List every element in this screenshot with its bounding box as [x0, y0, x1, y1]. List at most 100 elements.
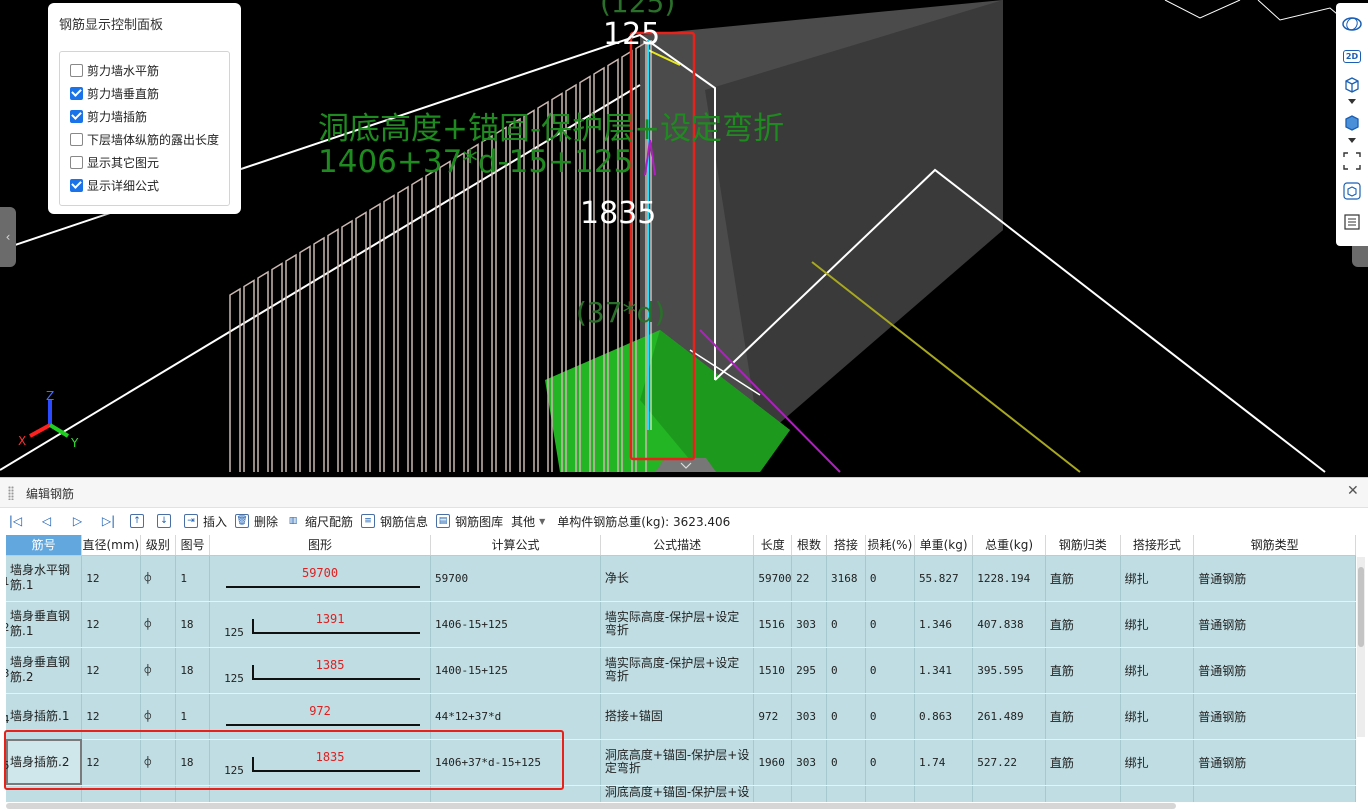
- cell-total_w[interactable]: 261.489: [972, 693, 1046, 740]
- cell-shape[interactable]: 972: [209, 693, 432, 740]
- table-cell[interactable]: [175, 785, 211, 802]
- cell-loss[interactable]: 0: [865, 739, 915, 786]
- cell-fig[interactable]: 18: [175, 601, 211, 648]
- checkbox-show-detail-formula[interactable]: [70, 178, 83, 192]
- cell-type[interactable]: 普通钢筋: [1193, 601, 1356, 648]
- table-cell[interactable]: [914, 785, 974, 802]
- cell-bar-name[interactable]: 5墙身插筋.2: [6, 739, 83, 786]
- cell-unit_w[interactable]: 1.346: [914, 601, 974, 648]
- cell-lap_type[interactable]: 绑扎: [1120, 555, 1195, 602]
- option-lower-wall-exposed-length[interactable]: 下层墙体纵筋的露出长度: [70, 131, 219, 147]
- col-bar-no[interactable]: 筋号: [6, 535, 83, 556]
- col-length[interactable]: 长度: [753, 535, 793, 556]
- cell-loss[interactable]: 0: [865, 693, 915, 740]
- table-cell[interactable]: [1045, 785, 1121, 802]
- col-diameter[interactable]: 直径(mm): [81, 535, 141, 556]
- cell-loss[interactable]: 0: [865, 555, 915, 602]
- cell-formula[interactable]: 1406-15+125: [430, 601, 601, 648]
- table-row[interactable]: 3墙身垂直钢筋.212⌽18 125 1385 1400-15+125墙实际高度-保护…: [6, 647, 1356, 694]
- cell-grade[interactable]: ⌽: [140, 601, 177, 648]
- horizontal-scrollbar[interactable]: [6, 803, 1176, 809]
- cell-len[interactable]: 1516: [753, 601, 793, 648]
- cell-lap_type[interactable]: 绑扎: [1120, 693, 1195, 740]
- move-up-button[interactable]: ↑: [130, 514, 149, 528]
- table-cell[interactable]: [865, 785, 915, 802]
- cell-shape[interactable]: 125 1835: [209, 739, 432, 786]
- cell-total_w[interactable]: 395.595: [972, 647, 1046, 694]
- cell-grade[interactable]: ⌽: [140, 647, 177, 694]
- col-grade[interactable]: 级别: [140, 535, 177, 556]
- table-cell[interactable]: [972, 785, 1046, 802]
- cell-formula-desc[interactable]: 洞底高度+锚固-保护层+设定弯折: [600, 739, 755, 786]
- cell-formula-desc[interactable]: 净长: [600, 555, 755, 602]
- col-lap[interactable]: 搭接: [826, 535, 866, 556]
- cell-type[interactable]: 普通钢筋: [1193, 739, 1356, 786]
- table-row[interactable]: 1墙身水平钢筋.112⌽15970059700净长59700223168055.…: [6, 555, 1356, 602]
- cell-grade[interactable]: ⌽: [140, 739, 177, 786]
- cell-cat[interactable]: 直筋: [1045, 693, 1121, 740]
- cell-unit_w[interactable]: 1.74: [914, 739, 974, 786]
- cell-formula[interactable]: 1406+37*d-15+125: [430, 739, 601, 786]
- checkbox-lower-wall-exposed-length[interactable]: [70, 132, 83, 146]
- table-cell[interactable]: [753, 785, 793, 802]
- cell-len[interactable]: 972: [753, 693, 793, 740]
- cell-fig[interactable]: 18: [175, 739, 211, 786]
- other-dropdown[interactable]: 其他 ▼: [511, 513, 545, 530]
- cell-count[interactable]: 303: [791, 601, 827, 648]
- insert-button[interactable]: ⇥ 插入: [184, 513, 227, 530]
- 3d-box-icon[interactable]: [1341, 73, 1363, 95]
- cell-total_w[interactable]: 407.838: [972, 601, 1046, 648]
- col-count[interactable]: 根数: [791, 535, 827, 556]
- cell-unit_w[interactable]: 55.827: [914, 555, 974, 602]
- cell-lap_type[interactable]: 绑扎: [1120, 739, 1195, 786]
- cell-dia[interactable]: 12: [81, 647, 141, 694]
- cell-fig[interactable]: 1: [175, 555, 211, 602]
- cell-count[interactable]: 303: [791, 739, 827, 786]
- checkbox-show-other-elements[interactable]: [70, 155, 83, 169]
- cell-type[interactable]: 普通钢筋: [1193, 555, 1356, 602]
- cell-loss[interactable]: 0: [865, 647, 915, 694]
- checkbox-shear-wall-horizontal[interactable]: [70, 63, 83, 77]
- cell-dia[interactable]: 12: [81, 739, 141, 786]
- cell-bar-name[interactable]: 1墙身水平钢筋.1: [6, 555, 83, 602]
- table-cell[interactable]: [81, 785, 141, 802]
- cell-cat[interactable]: 直筋: [1045, 739, 1121, 786]
- 2d-view-icon[interactable]: 2D: [1341, 45, 1363, 67]
- cell-lap[interactable]: 0: [826, 647, 866, 694]
- table-cell[interactable]: [1193, 785, 1356, 802]
- col-shape[interactable]: 图形: [209, 535, 432, 556]
- cell-cat[interactable]: 直筋: [1045, 647, 1121, 694]
- table-row[interactable]: 5墙身插筋.212⌽18 125 1835 1406+37*d-15+125洞底高度+…: [6, 739, 1356, 786]
- cell-formula[interactable]: 59700: [430, 555, 601, 602]
- cell-count[interactable]: 295: [791, 647, 827, 694]
- orbit-icon[interactable]: [1341, 13, 1363, 35]
- table-cell[interactable]: [826, 785, 866, 802]
- cell-len[interactable]: 1960: [753, 739, 793, 786]
- cell-shape[interactable]: 59700: [209, 555, 432, 602]
- col-lap-type[interactable]: 搭接形式: [1120, 535, 1195, 556]
- cell-bar-name[interactable]: 4墙身插筋.1: [6, 693, 83, 740]
- cell-unit_w[interactable]: 0.863: [914, 693, 974, 740]
- cell-cat[interactable]: 直筋: [1045, 601, 1121, 648]
- cube-view-icon[interactable]: [1341, 180, 1363, 202]
- option-shear-wall-dowel[interactable]: 剪力墙插筋: [70, 108, 147, 124]
- col-figure-no[interactable]: 图号: [175, 535, 211, 556]
- col-formula-desc[interactable]: 公式描述: [600, 535, 755, 556]
- col-total-weight[interactable]: 总重(kg): [972, 535, 1046, 556]
- cell-count[interactable]: 303: [791, 693, 827, 740]
- checkbox-shear-wall-vertical[interactable]: [70, 86, 83, 100]
- cell-len[interactable]: 59700: [753, 555, 793, 602]
- vertical-scrollbar[interactable]: [1357, 557, 1365, 737]
- rebar-info-button[interactable]: ≡ 钢筋信息: [361, 513, 428, 530]
- cell-fig[interactable]: 18: [175, 647, 211, 694]
- cell-fig[interactable]: 1: [175, 693, 211, 740]
- cell-lap[interactable]: 3168: [826, 555, 866, 602]
- cell-cat[interactable]: 直筋: [1045, 555, 1121, 602]
- option-show-other-elements[interactable]: 显示其它图元: [70, 154, 159, 170]
- scrollbar-thumb[interactable]: [1358, 567, 1364, 647]
- table-cell[interactable]: [1120, 785, 1195, 802]
- cell-dia[interactable]: 12: [81, 555, 141, 602]
- cell-grade[interactable]: ⌽: [140, 555, 177, 602]
- list-icon[interactable]: [1341, 211, 1363, 233]
- rebar-library-button[interactable]: ▤ 钢筋图库: [436, 513, 503, 530]
